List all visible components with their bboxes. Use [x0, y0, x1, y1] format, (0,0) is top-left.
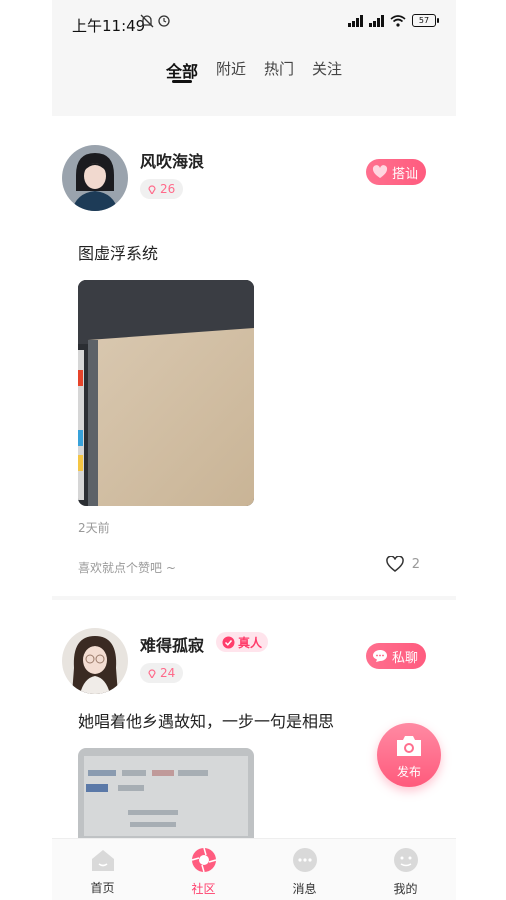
post-time: 2天前 [78, 521, 110, 535]
profile-icon [393, 848, 418, 872]
tab-following[interactable]: 关注 [312, 48, 342, 110]
post-content: 她唱着他乡遇故知，一步一句是相思 [78, 712, 335, 731]
nav-label: 消息 [292, 882, 317, 896]
chat-bubble-icon [372, 650, 387, 662]
location-pin-icon [148, 669, 156, 678]
distance-badge: 26 [140, 179, 184, 199]
feed-tabs: 全部 附近 热门 关注 [52, 48, 456, 110]
nav-label: 我的 [393, 882, 418, 896]
community-icon [191, 847, 216, 873]
distance-value: 26 [160, 182, 176, 196]
status-bar: 上午11:49 57 [52, 0, 456, 48]
tab-label: 全部 [165, 62, 198, 81]
nav-label: 社区 [191, 882, 216, 896]
status-right: 57 [348, 14, 439, 27]
signal-icon-2 [369, 14, 384, 27]
tab-all[interactable]: 全部 [166, 48, 198, 110]
tab-label: 热门 [264, 60, 295, 78]
wifi-icon [390, 14, 406, 27]
camera-icon [397, 736, 421, 756]
tab-hot[interactable]: 热门 [264, 48, 294, 110]
nav-messages[interactable]: 消息 [254, 839, 355, 900]
tab-label: 附近 [215, 60, 246, 78]
signal-icon [348, 14, 363, 27]
post-photo[interactable] [78, 748, 254, 838]
chat-up-label: 搭讪 [391, 166, 418, 182]
tab-indicator [171, 80, 192, 83]
verified-label: 真人 [238, 635, 263, 650]
tab-label: 关注 [312, 60, 343, 78]
app-screen: 上午11:49 57 全部 附近 热门 关注 风吹海浪 26 搭讪 图虚浮系统 … [52, 0, 456, 900]
verified-badge: 真人 [216, 632, 269, 652]
avatar[interactable] [62, 628, 128, 694]
post-card: 风吹海浪 26 搭讪 图虚浮系统 2天前 喜欢就点个赞吧 ~ 2 [52, 116, 456, 596]
heart-icon [385, 556, 404, 572]
username[interactable]: 难得孤寂 [140, 632, 204, 656]
avatar[interactable] [62, 145, 128, 211]
nav-profile[interactable]: 我的 [355, 839, 456, 900]
location-pin-icon [148, 185, 156, 194]
nav-community[interactable]: 社区 [153, 839, 254, 900]
battery-icon: 57 [412, 14, 439, 27]
mute-alarm-icons [140, 14, 172, 31]
verified-check-icon [222, 636, 235, 648]
home-icon [91, 850, 114, 871]
chat-up-button[interactable]: 搭讪 [365, 159, 426, 185]
distance-value: 24 [160, 666, 176, 680]
nav-label: 首页 [90, 881, 115, 895]
message-icon [292, 848, 317, 872]
post-photo[interactable] [78, 280, 254, 506]
bottom-nav: 首页 社区 消息 我的 [52, 838, 456, 900]
publish-label: 发布 [396, 765, 421, 779]
publish-button[interactable]: 发布 [377, 723, 441, 787]
like-count: 2 [411, 556, 420, 572]
status-time: 上午11:49 [72, 17, 146, 35]
like-hint: 喜欢就点个赞吧 ~ [78, 561, 176, 575]
post-content: 图虚浮系统 [78, 244, 159, 263]
heart-chat-icon [372, 165, 388, 178]
tab-nearby[interactable]: 附近 [216, 48, 246, 110]
private-chat-button[interactable]: 私聊 [365, 643, 426, 669]
like-button[interactable]: 2 [385, 556, 420, 572]
username[interactable]: 风吹海浪 [140, 148, 204, 172]
distance-badge: 24 [140, 663, 184, 683]
alarm-icon [140, 14, 170, 28]
nav-home[interactable]: 首页 [52, 839, 153, 900]
private-chat-label: 私聊 [391, 650, 418, 666]
